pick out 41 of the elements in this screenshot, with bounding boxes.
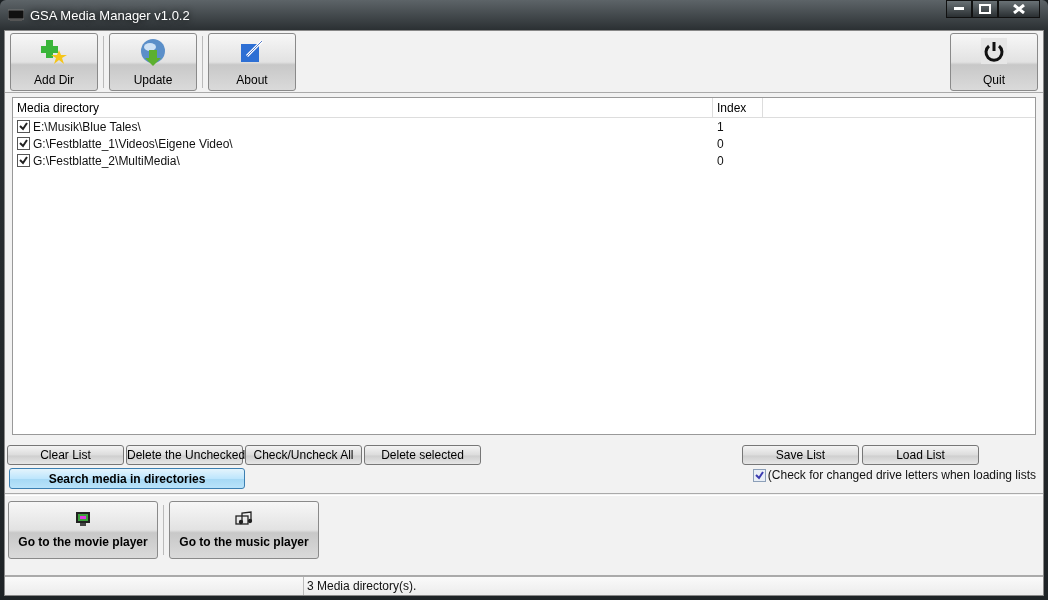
- directory-path: G:\Festblatte_2\MultiMedia\: [33, 153, 180, 168]
- player-button[interactable]: Go to the music player: [169, 500, 319, 559]
- pen-square-icon: [239, 37, 265, 64]
- row-checkbox[interactable]: [17, 137, 30, 150]
- index-value: 1: [717, 119, 724, 134]
- globe-arrow-icon: [138, 37, 168, 68]
- close-button[interactable]: [998, 0, 1040, 18]
- window-title: GSA Media Manager v1.0.2: [30, 7, 190, 23]
- close-icon: [1013, 4, 1025, 14]
- minimize-button[interactable]: [946, 0, 972, 18]
- index-value: 0: [717, 136, 724, 151]
- music-notes-icon: [235, 511, 253, 527]
- index-value: 0: [717, 153, 724, 168]
- toolbar-button[interactable]: About: [208, 32, 296, 91]
- column-header[interactable]: Index: [713, 98, 763, 117]
- maximize-icon: [979, 4, 991, 14]
- list-file-button[interactable]: Load List: [862, 445, 979, 465]
- toolbar-button[interactable]: Update: [109, 32, 197, 91]
- directory-path: G:\Festblatte_1\Videos\Eigene Video\: [33, 136, 233, 151]
- power-icon: [981, 37, 1007, 64]
- list-button[interactable]: Delete selected: [364, 445, 481, 465]
- search-media-button[interactable]: Search media in directories: [9, 468, 245, 489]
- directory-path: E:\Musik\Blue Tales\: [33, 119, 141, 134]
- maximize-button[interactable]: [972, 0, 998, 18]
- status-text: 3 Media directory(s).: [306, 579, 417, 593]
- list-button[interactable]: Clear List: [7, 445, 124, 465]
- list-button[interactable]: Check/Uncheck All: [245, 445, 362, 465]
- row-checkbox[interactable]: [17, 154, 30, 167]
- monitor-icon: [75, 511, 91, 527]
- drive-letters-label: (Check for changed drive letters when loading lists: [767, 468, 1036, 482]
- list-button[interactable]: Delete the Unchecked: [126, 445, 243, 465]
- app-icon: [8, 9, 24, 21]
- toolbar-button[interactable]: Add Dir: [10, 32, 98, 91]
- player-button[interactable]: Go to the movie player: [8, 500, 158, 559]
- drive-letters-checkbox[interactable]: [752, 468, 766, 482]
- plus-star-icon: [40, 37, 68, 66]
- minimize-icon: [954, 7, 964, 11]
- row-checkbox[interactable]: [17, 120, 30, 133]
- list-file-button[interactable]: Save List: [742, 445, 859, 465]
- quit-button[interactable]: Quit: [950, 32, 1038, 91]
- column-header[interactable]: Media directory: [13, 98, 713, 117]
